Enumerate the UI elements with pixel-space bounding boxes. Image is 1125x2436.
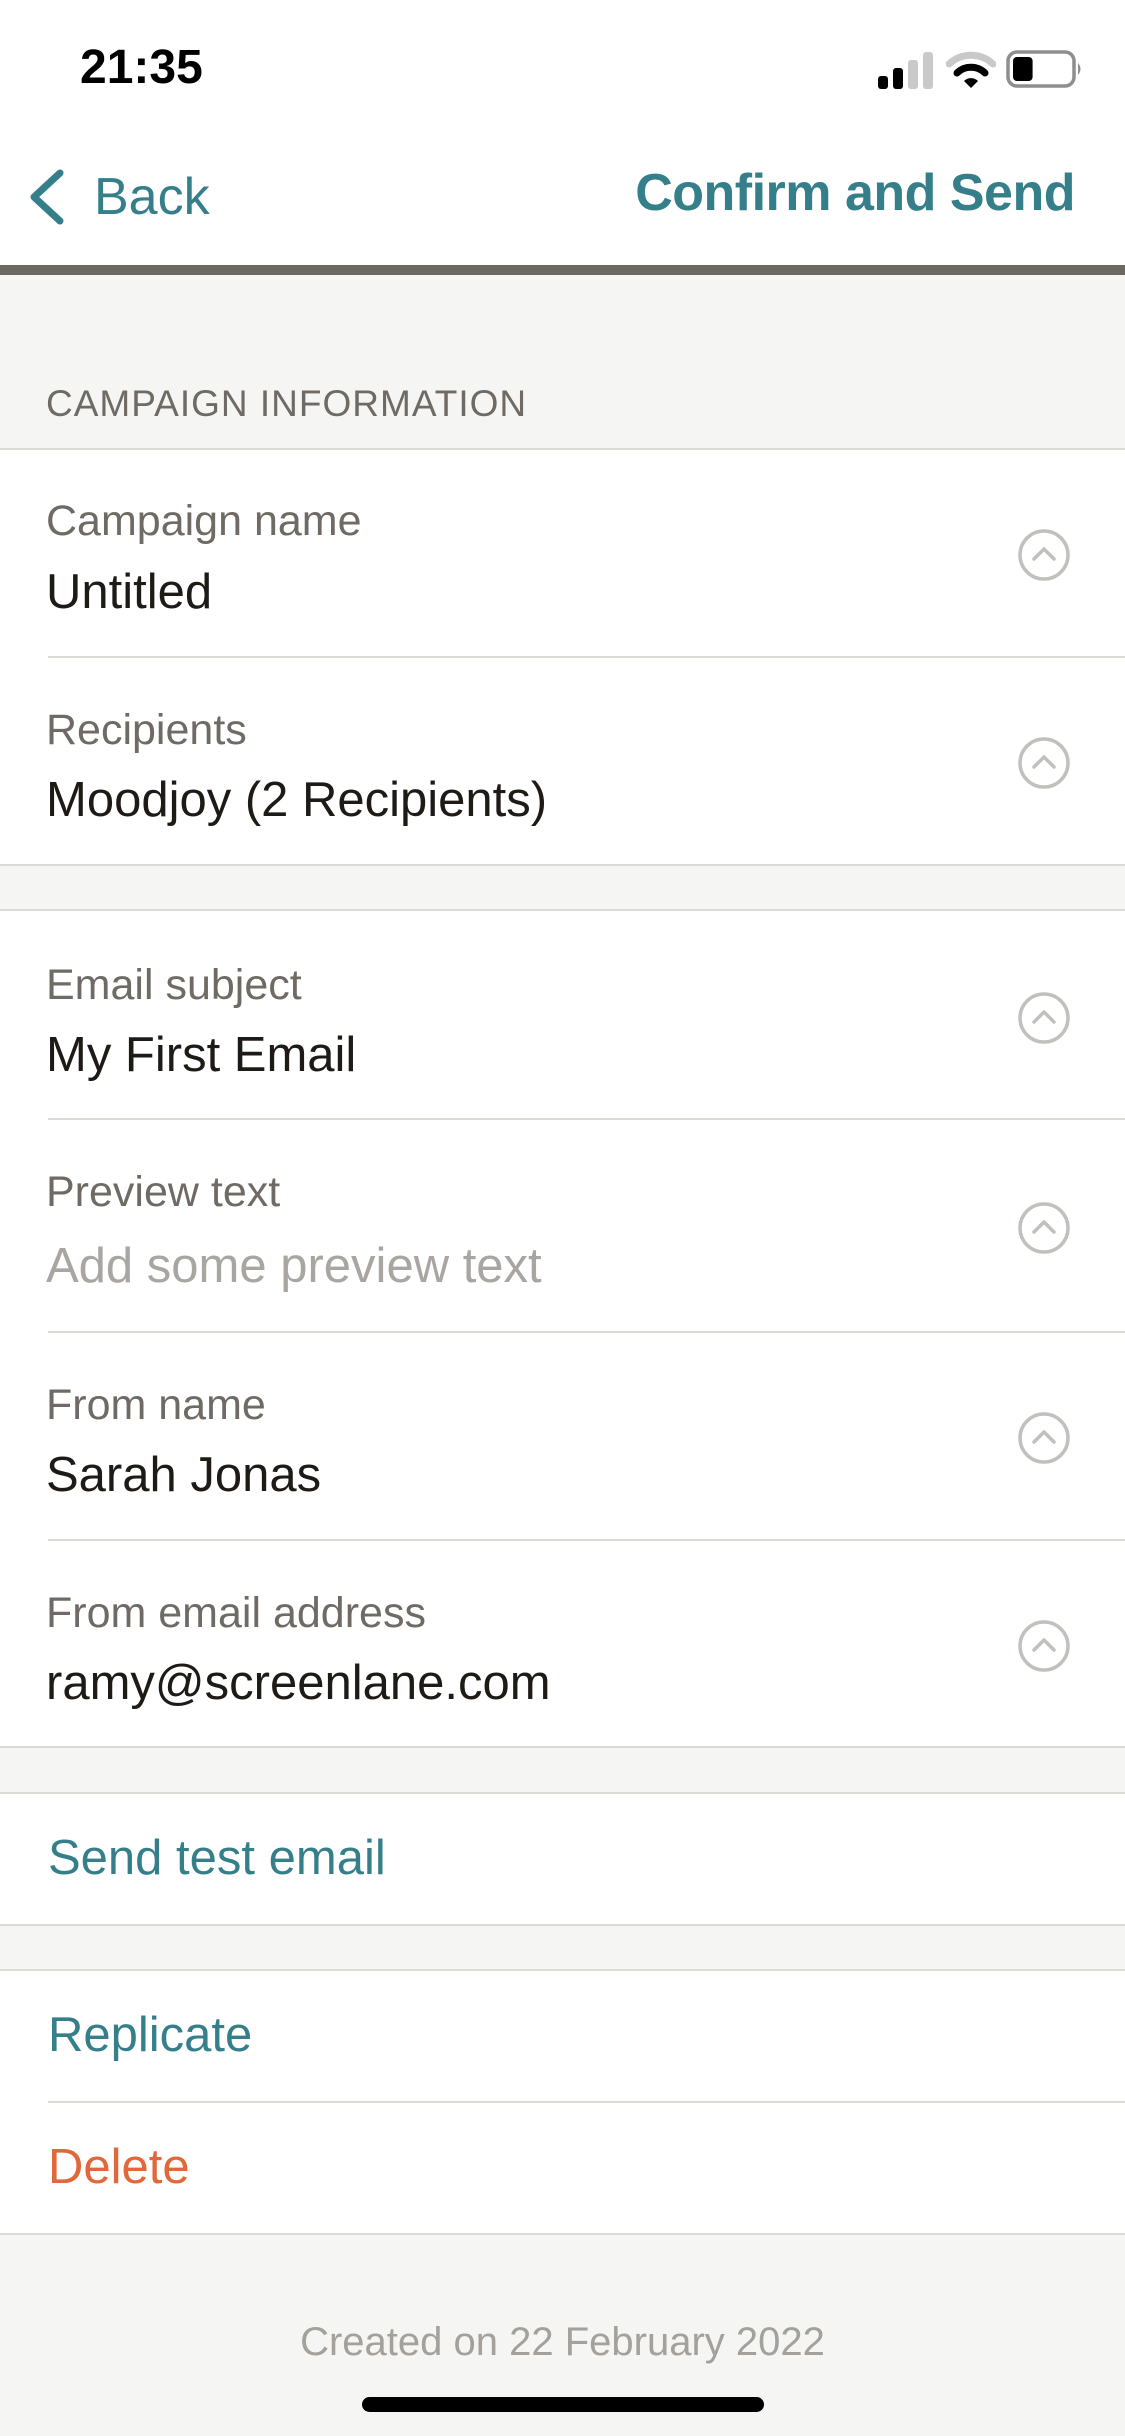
chevron-up-circle-icon[interactable] xyxy=(1017,736,1071,790)
email-info-group: Email subject My First Email Preview tex… xyxy=(0,909,1125,1748)
field-value: My First Email xyxy=(46,1028,357,1082)
field-value: ramy@screenlane.com xyxy=(46,1656,551,1710)
chevron-up-circle-icon[interactable] xyxy=(1017,528,1071,582)
chevron-up-circle-icon[interactable] xyxy=(1017,991,1071,1045)
field-row-preview-text[interactable]: Preview text Add some preview text xyxy=(0,1118,1125,1331)
created-on-text: Created on 22 February 2022 xyxy=(300,2320,825,2364)
status-icons xyxy=(878,48,1088,93)
field-row-recipients[interactable]: Recipients Moodjoy (2 Recipients) xyxy=(0,656,1125,864)
field-label: Preview text xyxy=(46,1168,281,1216)
replicate-button[interactable]: Replicate xyxy=(0,1971,1125,2101)
home-indicator[interactable] xyxy=(362,2397,764,2412)
wifi-icon xyxy=(946,51,996,88)
field-label: Recipients xyxy=(46,706,247,754)
preview-text-placeholder: Add some preview text xyxy=(46,1239,542,1293)
field-label: From name xyxy=(46,1381,266,1429)
replicate-label: Replicate xyxy=(48,2008,253,2062)
campaign-info-group: Campaign name Untitled Recipients Moodjo… xyxy=(0,448,1125,866)
signal-bar-1 xyxy=(878,76,888,89)
field-value: Moodjoy (2 Recipients) xyxy=(46,773,548,827)
confirm-and-send-button[interactable]: Confirm and Send xyxy=(635,163,1075,223)
status-time: 21:35 xyxy=(80,41,203,94)
delete-label: Delete xyxy=(48,2140,190,2194)
field-value: Sarah Jonas xyxy=(46,1448,322,1502)
send-test-group: Send test email xyxy=(0,1792,1125,1926)
field-label: From email address xyxy=(46,1589,426,1637)
chevron-up-circle-icon[interactable] xyxy=(1017,1411,1071,1465)
status-bar: 21:35 xyxy=(0,0,1125,134)
chevron-left-icon xyxy=(30,169,64,225)
delete-button[interactable]: Delete xyxy=(0,2101,1125,2233)
battery-icon xyxy=(1006,50,1081,88)
back-label: Back xyxy=(94,168,210,226)
signal-bar-4 xyxy=(923,52,933,89)
field-row-from-email-address[interactable]: From email address ramy@screenlane.com xyxy=(0,1539,1125,1746)
field-row-campaign-name[interactable]: Campaign name Untitled xyxy=(0,450,1125,656)
send-test-email-label: Send test email xyxy=(48,1831,386,1885)
chevron-up-circle-icon[interactable] xyxy=(1017,1619,1071,1673)
signal-bar-3 xyxy=(908,60,918,89)
section-header-campaign-information: CAMPAIGN INFORMATION xyxy=(46,383,528,424)
field-value: Untitled xyxy=(46,565,213,619)
nav-divider xyxy=(0,265,1125,275)
back-button[interactable]: Back xyxy=(22,160,212,234)
send-test-email-button[interactable]: Send test email xyxy=(0,1794,1125,1924)
signal-icon xyxy=(878,52,933,89)
manage-campaign-group: Replicate Delete xyxy=(0,1969,1125,2235)
signal-bar-2 xyxy=(893,68,903,89)
chevron-up-circle-icon[interactable] xyxy=(1017,1201,1071,1255)
field-label: Campaign name xyxy=(46,497,362,545)
field-row-from-name[interactable]: From name Sarah Jonas xyxy=(0,1331,1125,1539)
field-label: Email subject xyxy=(46,961,302,1009)
field-row-email-subject[interactable]: Email subject My First Email xyxy=(0,911,1125,1118)
